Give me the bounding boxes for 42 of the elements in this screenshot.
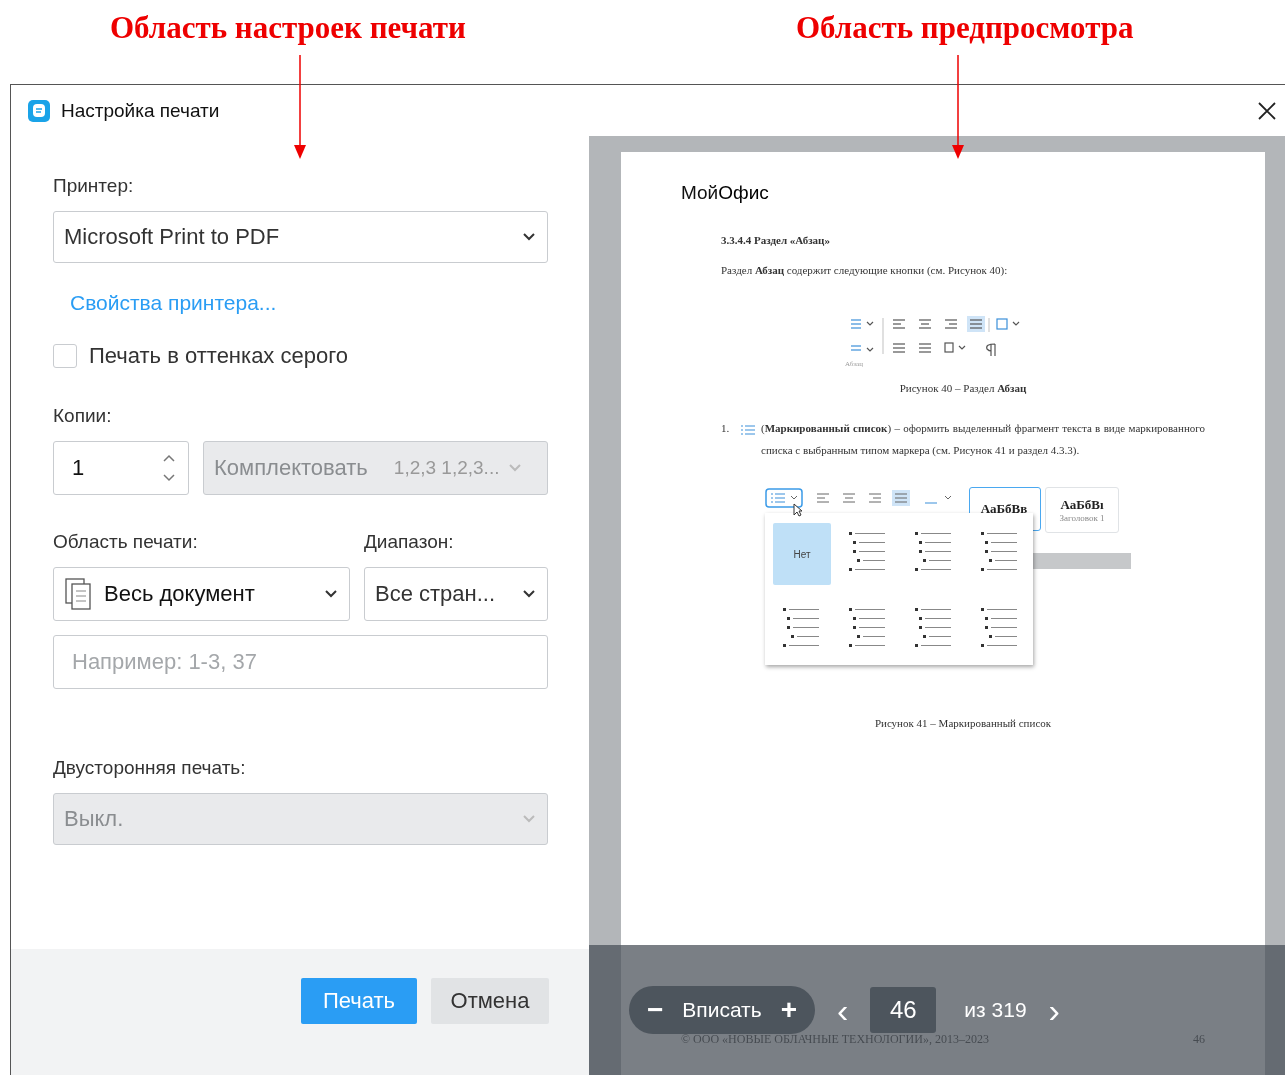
cancel-button[interactable]: Отмена	[431, 978, 549, 1024]
annotation-heading: Область предпросмотра	[796, 10, 1134, 46]
printer-dropdown[interactable]: Microsoft Print to PDF	[53, 211, 548, 263]
range-dropdown[interactable]: Все стран...	[364, 567, 548, 621]
print-area-dropdown[interactable]: Весь документ	[53, 567, 350, 621]
range-label: Диапазон:	[364, 531, 455, 553]
chevron-down-icon	[523, 815, 535, 823]
app-logo-icon	[27, 99, 51, 123]
list-item-text: (Маркированный список) – оформить выделенный фрагмент текста в виде маркированного списка с выбранным типом маркера (см. Рисунок 41 и раздел 4.3.3).	[761, 421, 1205, 458]
logo-text: МойОфис	[681, 182, 770, 204]
page-range-field[interactable]: Например: 1-3, 37	[53, 635, 548, 689]
dialog-title: Настройка печати	[61, 100, 220, 122]
bullet-none-option: Нет	[773, 523, 831, 585]
duplex-label: Двусторонняя печать:	[53, 757, 247, 779]
chevron-down-icon	[523, 233, 535, 241]
chevron-down-icon	[325, 590, 337, 598]
list-number: 1.	[721, 422, 731, 434]
chevron-down-icon	[509, 464, 522, 472]
next-page-button[interactable]: ›	[1042, 990, 1066, 1030]
chevron-down-icon	[523, 590, 535, 598]
document-pages-icon	[64, 577, 94, 611]
bulleted-list-icon	[741, 424, 755, 436]
figure-caption: Рисунок 40 – Раздел Абзац	[898, 382, 1028, 394]
close-icon[interactable]	[1257, 100, 1277, 121]
grayscale-checkbox[interactable]	[53, 344, 77, 368]
spin-arrows-icon	[162, 453, 176, 483]
previous-page-button[interactable]: ‹	[831, 990, 855, 1030]
printer-label: Принтер:	[53, 175, 135, 197]
paragraph: Раздел Абзац содержит следующие кнопки (см. Рисунок 40):	[721, 264, 1009, 276]
annotation-heading: Область настроек печати	[110, 10, 466, 46]
zoom-in-button[interactable]: +	[774, 994, 803, 1026]
copies-spinbox[interactable]: 1	[53, 441, 189, 495]
figure-caption: Рисунок 41 – Маркированный список	[873, 717, 1053, 729]
style-tile: АаБбВı Заголовок 1	[1045, 487, 1119, 533]
page-number-field[interactable]: 46	[870, 987, 937, 1033]
grayscale-label: Печать в оттенках серого	[89, 343, 348, 369]
zoom-label[interactable]: Вписать	[682, 998, 762, 1022]
zoom-out-button[interactable]: −	[641, 994, 670, 1026]
print-area-label: Область печати:	[53, 531, 199, 553]
section-heading: 3.3.4.4 Раздел «Абзац»	[721, 234, 831, 246]
copies-label: Копии:	[53, 405, 113, 427]
page-total: из 319	[964, 998, 1027, 1022]
